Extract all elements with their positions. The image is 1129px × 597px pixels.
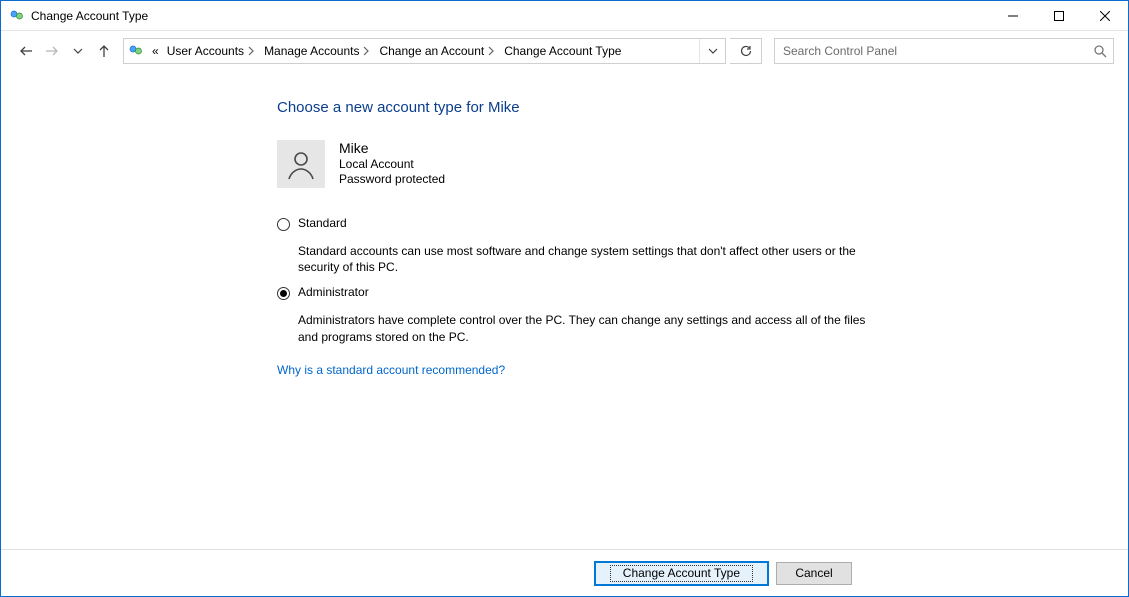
address-dropdown-button[interactable] xyxy=(699,39,725,63)
recent-locations-button[interactable] xyxy=(67,39,89,63)
change-account-type-button[interactable]: Change Account Type xyxy=(595,562,768,585)
option-label: Administrator xyxy=(298,285,857,299)
address-bar[interactable]: « User Accounts Manage Accounts Change a… xyxy=(123,38,726,64)
account-status: Password protected xyxy=(339,172,445,186)
user-accounts-icon xyxy=(9,8,25,24)
content-area: Choose a new account type for Mike Mike … xyxy=(1,71,1128,596)
breadcrumb-item[interactable]: Manage Accounts xyxy=(260,44,375,58)
minimize-button[interactable] xyxy=(990,1,1036,31)
forward-button[interactable] xyxy=(41,39,63,63)
account-kind: Local Account xyxy=(339,157,445,171)
breadcrumb-item[interactable]: User Accounts xyxy=(163,44,260,58)
search-box[interactable] xyxy=(774,38,1114,64)
breadcrumb-item[interactable]: Change an Account xyxy=(375,44,500,58)
cancel-button[interactable]: Cancel xyxy=(776,562,852,585)
window-frame: Change Account Type xyxy=(0,0,1129,597)
option-label: Standard xyxy=(298,216,857,230)
refresh-button[interactable] xyxy=(730,38,762,64)
chevron-right-icon xyxy=(246,46,256,56)
back-button[interactable] xyxy=(15,39,37,63)
up-button[interactable] xyxy=(93,39,115,63)
close-button[interactable] xyxy=(1082,1,1128,31)
option-description: Administrators have complete control ove… xyxy=(298,312,878,344)
chevron-right-icon xyxy=(361,46,371,56)
page-heading: Choose a new account type for Mike xyxy=(277,99,1128,116)
breadcrumb-overflow[interactable]: « xyxy=(148,44,163,58)
avatar xyxy=(277,140,325,188)
account-name: Mike xyxy=(339,140,445,156)
breadcrumb-item[interactable]: Change Account Type xyxy=(500,44,625,58)
maximize-button[interactable] xyxy=(1036,1,1082,31)
option-description: Standard accounts can use most software … xyxy=(298,243,878,275)
account-summary: Mike Local Account Password protected xyxy=(277,140,1128,188)
search-input[interactable] xyxy=(781,43,1093,59)
radio-standard[interactable] xyxy=(277,218,290,231)
help-link-standard-recommended[interactable]: Why is a standard account recommended? xyxy=(277,363,505,377)
window-title: Change Account Type xyxy=(31,9,148,23)
chevron-right-icon xyxy=(486,46,496,56)
radio-administrator[interactable] xyxy=(277,287,290,300)
option-standard[interactable]: Standard xyxy=(277,216,857,231)
search-icon xyxy=(1093,44,1107,58)
button-bar: Change Account Type Cancel xyxy=(1,550,1128,596)
user-accounts-icon xyxy=(128,43,144,59)
titlebar: Change Account Type xyxy=(1,1,1128,31)
option-administrator[interactable]: Administrator xyxy=(277,285,857,300)
navigation-bar: « User Accounts Manage Accounts Change a… xyxy=(1,31,1128,71)
